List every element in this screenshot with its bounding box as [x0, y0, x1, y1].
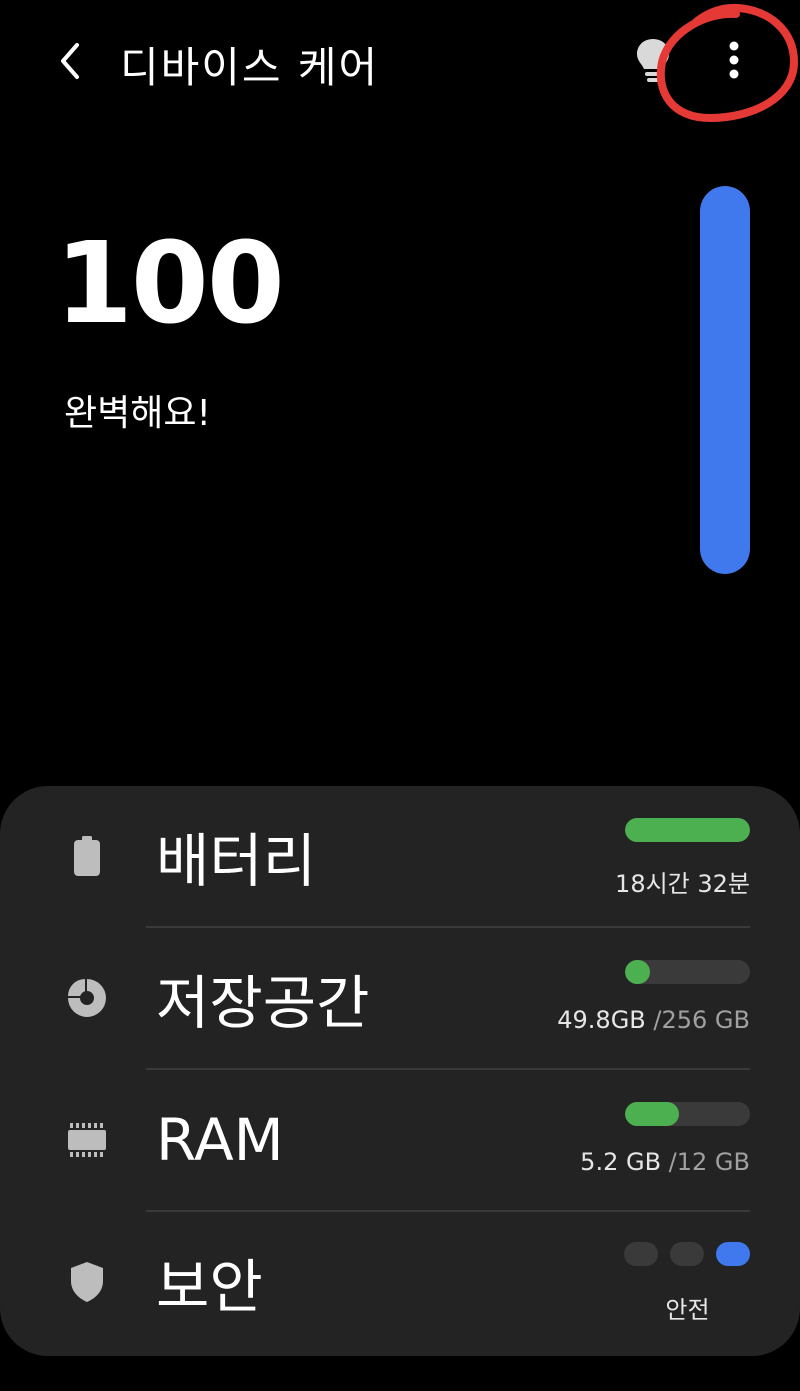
score-gauge — [700, 186, 750, 574]
lightbulb-icon — [637, 39, 669, 82]
storage-bar-fill — [625, 960, 650, 984]
battery-time: 18시간 32분 — [615, 870, 750, 898]
storage-total: /256 GB — [653, 1006, 750, 1034]
top-app-bar: 디바이스 케어 — [0, 0, 800, 130]
battery-icon — [64, 833, 110, 879]
device-status-text: 완벽해요! — [64, 393, 211, 434]
device-score: 100 — [55, 219, 285, 349]
storage-pie-icon — [64, 975, 110, 1021]
security-level-dot — [716, 1242, 750, 1266]
battery-bar-fill — [625, 818, 750, 842]
status-card: 배터리 18시간 32분 저장공간 49.8GB /256 GB RAM 5.2… — [0, 786, 800, 1356]
back-button[interactable] — [50, 38, 90, 84]
score-gauge-fill — [700, 186, 750, 574]
more-vertical-icon — [729, 41, 739, 79]
ram-total: /12 GB — [668, 1148, 750, 1176]
storage-value: 49.8GB /256 GB — [557, 1006, 750, 1034]
security-level-indicator — [624, 1242, 750, 1266]
storage-label: 저장공간 — [156, 969, 370, 1037]
more-options-button[interactable] — [712, 34, 756, 86]
ram-bar — [625, 1102, 750, 1126]
page-title: 디바이스 케어 — [120, 43, 380, 92]
security-label: 보안 — [156, 1253, 263, 1321]
ram-value: 5.2 GB /12 GB — [580, 1148, 750, 1176]
shield-icon — [64, 1259, 110, 1305]
ram-used: 5.2 GB — [580, 1148, 669, 1176]
ram-label: RAM — [156, 1106, 284, 1174]
security-status: 안전 — [665, 1296, 710, 1324]
security-row[interactable]: 보안 안전 — [0, 1212, 800, 1352]
storage-row[interactable]: 저장공간 49.8GB /256 GB — [0, 928, 800, 1068]
security-level-dot — [670, 1242, 704, 1266]
battery-bar — [625, 818, 750, 842]
battery-label: 배터리 — [156, 827, 317, 895]
battery-row[interactable]: 배터리 18시간 32분 — [0, 786, 800, 926]
ram-bar-fill — [625, 1102, 679, 1126]
memory-chip-icon — [64, 1117, 110, 1163]
storage-bar — [625, 960, 750, 984]
tips-button[interactable] — [630, 36, 676, 84]
ram-row[interactable]: RAM 5.2 GB /12 GB — [0, 1070, 800, 1210]
security-level-dot — [624, 1242, 658, 1266]
storage-used: 49.8GB — [557, 1006, 654, 1034]
chevron-left-icon — [61, 43, 79, 79]
